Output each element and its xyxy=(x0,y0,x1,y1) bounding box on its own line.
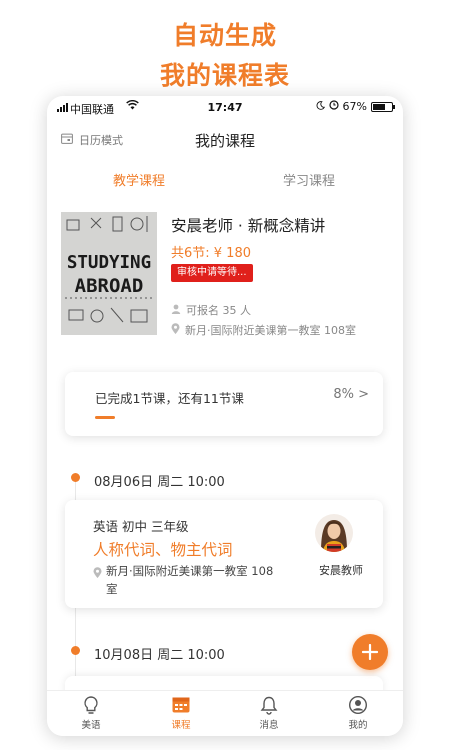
progress-percent[interactable]: 8% > xyxy=(333,387,369,402)
tab-meiyu[interactable]: 美语 xyxy=(61,695,121,731)
teacher-avatar[interactable] xyxy=(315,514,353,552)
enroll-count: 可报名 35 人 xyxy=(186,304,251,317)
tab-label: 课程 xyxy=(171,720,191,731)
timeline-dot xyxy=(71,646,80,655)
location-pin-icon xyxy=(93,562,102,598)
promo-title-line2: 我的课程表 xyxy=(159,61,290,90)
lesson-card[interactable]: 英语 初中 三年级 人称代词、物主代词 新月·国际附近美课第一教室 108室 安… xyxy=(65,500,383,608)
bell-icon xyxy=(260,696,278,715)
lesson-date: 10月08日 周二 10:00 xyxy=(94,648,225,663)
course-location: 新月·国际附近美课第一教室 108室 xyxy=(171,322,356,338)
location-pin-icon xyxy=(171,323,180,337)
tab-label: 美语 xyxy=(81,720,101,731)
tab-learning-courses[interactable]: 学习课程 xyxy=(283,170,335,189)
course-tabs: 教学课程 学习课程 xyxy=(47,166,403,194)
lesson-location: 新月·国际附近美课第一教室 108室 xyxy=(93,562,279,598)
phone-screen: 中国联通 17:47 67% 日历模式 我的课程 教学课程 学习课程 STUDY… xyxy=(47,96,403,736)
course-thumbnail: STUDYING ABROAD xyxy=(61,212,157,335)
thumbnail-text-line1: STUDYING xyxy=(67,253,151,273)
course-name: 安晨老师 · 新概念精讲 xyxy=(171,217,326,235)
alarm-icon xyxy=(328,100,339,113)
progress-card[interactable]: 已完成1节课，还有11节课 8% > xyxy=(65,372,383,436)
bottom-tab-bar: 美语 课程 消息 我的 xyxy=(47,690,403,736)
status-bar: 中国联通 17:47 67% xyxy=(47,96,403,120)
lesson-location-text: 新月·国际附近美课第一教室 108室 xyxy=(106,564,274,596)
course-price: 共6节: ¥ 180 xyxy=(171,246,251,261)
course-summary[interactable]: STUDYING ABROAD 安晨老师 · 新概念精讲 共6节: ¥ 180 … xyxy=(47,210,403,340)
tab-messages[interactable]: 消息 xyxy=(239,695,299,731)
moon-icon xyxy=(316,100,325,113)
lesson-date: 08月06日 周二 10:00 xyxy=(94,475,225,490)
tab-label: 我的 xyxy=(348,720,368,731)
timeline-dot xyxy=(71,473,80,482)
plus-icon xyxy=(362,644,378,660)
tab-label: 消息 xyxy=(259,720,279,731)
tab-courses[interactable]: 课程 xyxy=(151,695,211,731)
tab-teaching-courses[interactable]: 教学课程 xyxy=(113,170,165,189)
lesson-title: 人称代词、物主代词 xyxy=(93,541,233,559)
progress-text: 已完成1节课，还有11节课 xyxy=(95,391,244,406)
person-icon xyxy=(171,304,181,317)
status-badge: 审核中请等待... xyxy=(171,264,253,282)
nav-bar: 日历模式 我的课程 xyxy=(47,124,403,156)
thumbnail-text-line2: ABROAD xyxy=(75,275,144,297)
progress-bar-fill xyxy=(95,416,115,419)
teacher-name: 安晨教师 xyxy=(319,564,363,577)
add-button[interactable] xyxy=(352,634,388,670)
battery-percent: 67% xyxy=(342,100,367,113)
calendar-icon xyxy=(172,697,190,713)
user-icon xyxy=(348,695,368,715)
lesson-subject: 英语 初中 三年级 xyxy=(93,519,189,534)
progress-bar xyxy=(95,416,345,419)
promo-title-line1: 自动生成 xyxy=(172,21,277,50)
enroll-info: 可报名 35 人 xyxy=(171,302,251,318)
lightbulb-icon xyxy=(84,696,98,714)
tab-me[interactable]: 我的 xyxy=(328,695,388,731)
battery-icon xyxy=(371,101,395,112)
course-location-text: 新月·国际附近美课第一教室 108室 xyxy=(185,324,356,337)
page-title: 我的课程 xyxy=(194,132,255,150)
